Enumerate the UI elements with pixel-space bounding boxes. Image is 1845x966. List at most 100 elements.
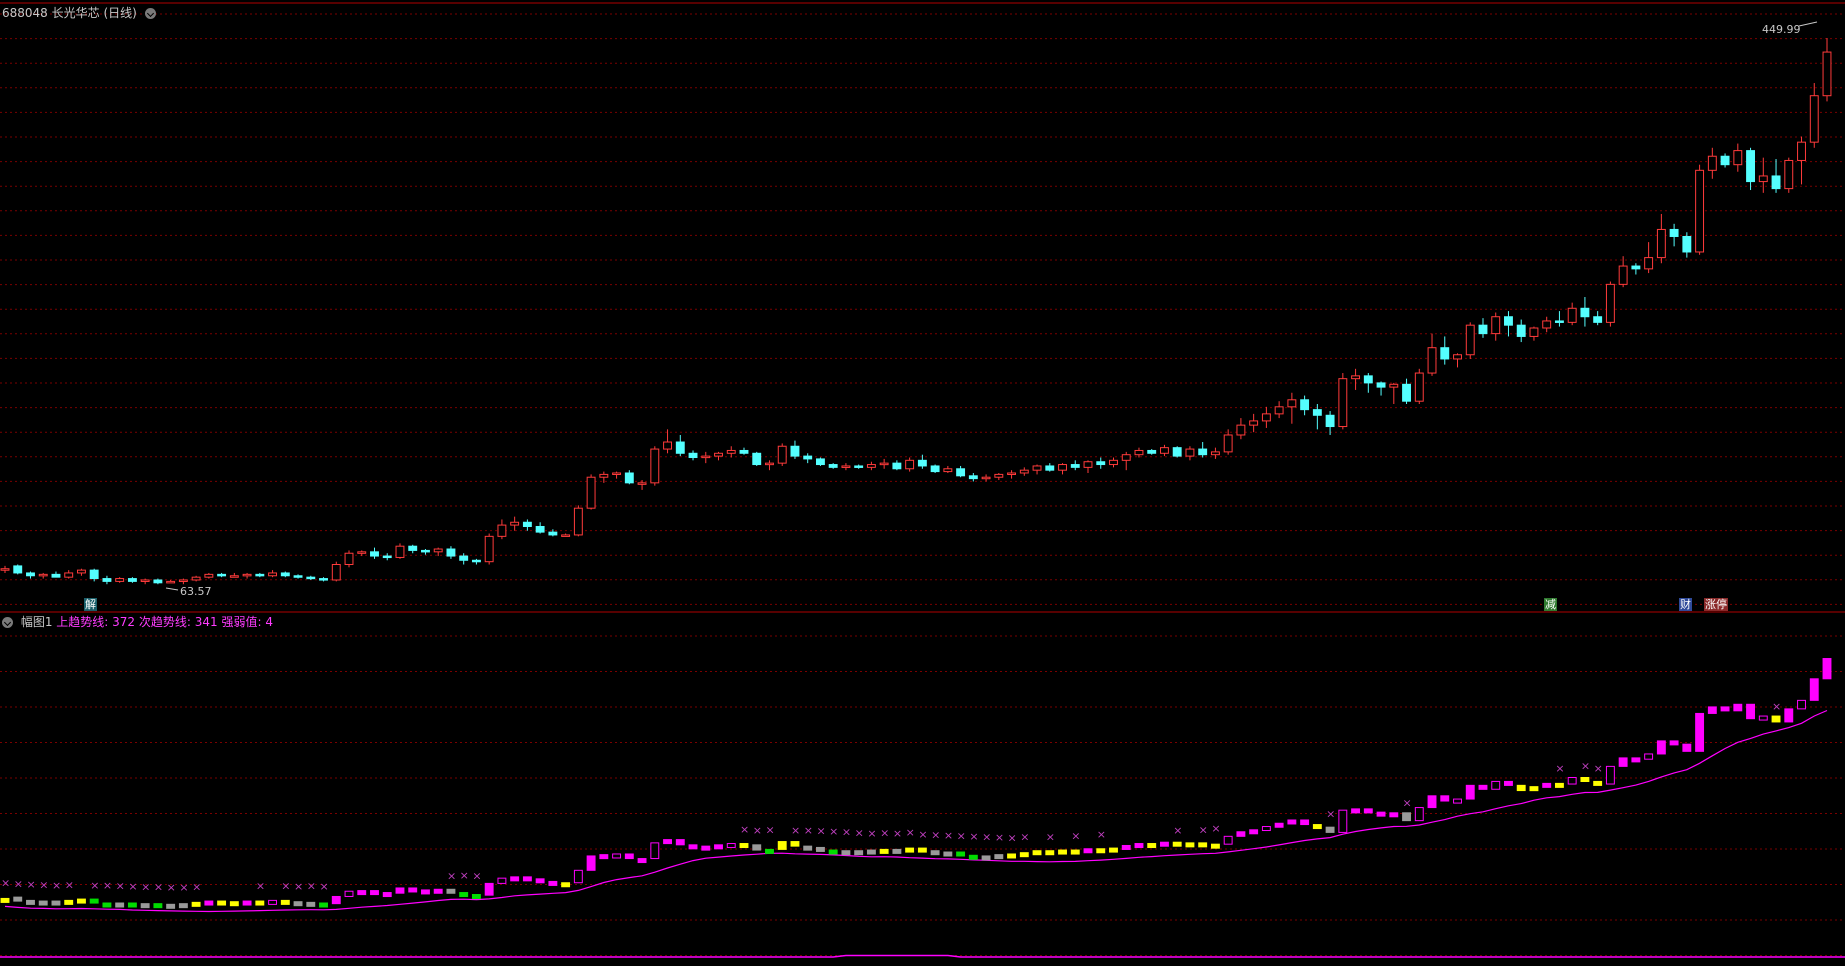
candle-up — [1287, 399, 1297, 408]
candle-down — [803, 455, 813, 460]
candle-up — [1809, 95, 1819, 143]
indicator-bar — [1580, 776, 1590, 782]
candle-up — [1249, 420, 1259, 426]
indicator-bar — [1376, 811, 1386, 817]
indicator-bars — [0, 658, 1832, 909]
indicator-bar — [1402, 812, 1411, 822]
candle-up — [76, 569, 86, 574]
indicator-bar — [1096, 848, 1106, 854]
candle-down — [968, 475, 978, 480]
indicator-bar — [1504, 780, 1513, 786]
cross-marker: × — [893, 827, 902, 840]
candle-up — [38, 573, 48, 577]
candle-up — [1733, 150, 1743, 166]
candle-up — [64, 572, 74, 578]
cross-marker: × — [179, 881, 188, 894]
cross-marker: × — [52, 879, 61, 892]
indicator-bar — [13, 896, 23, 902]
cross-marker: × — [969, 830, 978, 843]
candle-up — [1274, 406, 1284, 415]
indicator-bar — [1453, 798, 1462, 804]
event-tag-unlock[interactable]: 解 — [84, 598, 97, 611]
candle-down — [790, 445, 800, 457]
candle-up — [1491, 316, 1501, 335]
candle-down — [217, 573, 227, 577]
chart-period: (日线) — [103, 6, 137, 20]
cross-marker: × — [65, 878, 74, 891]
indicator-bar — [1007, 853, 1017, 859]
indicator-bar — [905, 847, 915, 853]
candle-up — [1261, 413, 1271, 422]
candle-up — [1414, 372, 1424, 402]
cross-marker: × — [880, 827, 889, 840]
candle-up — [1453, 354, 1462, 360]
event-tag-finance[interactable]: 财 — [1679, 598, 1692, 611]
candle-down — [1554, 320, 1564, 323]
candle-up — [1185, 448, 1195, 457]
indicator-bar — [1631, 757, 1641, 763]
indicator-bar — [280, 899, 290, 905]
kline-chart[interactable]: × × × × × × × × × × × × × × × × × × × ×× × ×× × × × × × × × × × × × × × × × ×… — [0, 0, 1845, 966]
candle-down — [89, 569, 99, 580]
candle-up — [650, 448, 660, 484]
cross-marker: × — [128, 880, 137, 893]
indicator-bar — [701, 845, 711, 851]
indicator-bar — [828, 849, 838, 855]
candle-up — [242, 573, 252, 577]
candle-up — [1058, 464, 1067, 471]
indicator-bar — [191, 901, 201, 907]
event-tag-limit-up[interactable]: 涨停 — [1704, 598, 1728, 611]
indicator-bar — [739, 843, 749, 849]
indicator-bar — [1249, 829, 1259, 835]
candle-up — [484, 535, 494, 563]
cross-marker: × — [740, 823, 749, 836]
indicator-menu-icon[interactable] — [2, 617, 13, 628]
indicator-title[interactable]: 幅图1 — [21, 615, 53, 629]
candle-down — [408, 545, 418, 551]
indicator-bar — [854, 850, 864, 856]
indicator-bar — [229, 901, 239, 907]
header-menu-icon[interactable] — [144, 8, 156, 19]
candle-up — [140, 579, 150, 582]
candle-down — [319, 578, 328, 581]
event-tag-reduce[interactable]: 减 — [1544, 598, 1557, 611]
cross-marker: × — [867, 827, 876, 840]
cross-marker: × — [1008, 831, 1017, 844]
high-price-label: 449.99 — [1762, 23, 1801, 36]
cross-marker: × — [1020, 831, 1029, 844]
candle-down — [892, 462, 902, 470]
indicator-bar — [484, 882, 494, 896]
cross-marker: × — [1581, 759, 1590, 772]
candle-down — [522, 521, 532, 527]
indicator-bar — [994, 854, 1004, 860]
candle-down — [624, 472, 634, 484]
cross-marker: × — [931, 829, 940, 842]
indicator-bar — [1261, 826, 1271, 832]
candle-down — [13, 565, 23, 574]
cross-marker: × — [995, 831, 1004, 844]
indicator-bar — [1567, 776, 1577, 785]
indicator-bar — [1045, 850, 1055, 856]
indicator-bar — [1682, 743, 1692, 752]
indicator-bar — [1695, 712, 1705, 752]
indicator-bar — [1338, 809, 1348, 833]
indicator-bar — [1644, 753, 1654, 760]
indicator-bar — [930, 850, 940, 856]
indicator-bar — [140, 903, 150, 909]
indicator-bar — [268, 899, 278, 905]
candle-up — [1134, 449, 1144, 456]
indicator-bar — [765, 848, 774, 854]
indicator-bar — [1325, 826, 1335, 833]
cross-marker: × — [791, 824, 800, 837]
indicator-bar — [242, 900, 252, 906]
candlestick-series[interactable] — [0, 38, 1832, 585]
cross-marker: × — [320, 880, 329, 893]
indicator-bar — [943, 851, 953, 857]
candle-up — [1351, 375, 1361, 380]
indicator-bar — [790, 841, 800, 847]
indicator-bar — [293, 901, 303, 907]
candle-down — [1402, 383, 1411, 402]
candle-down — [535, 525, 545, 533]
candle-up — [573, 507, 583, 536]
candle-down — [917, 459, 927, 467]
